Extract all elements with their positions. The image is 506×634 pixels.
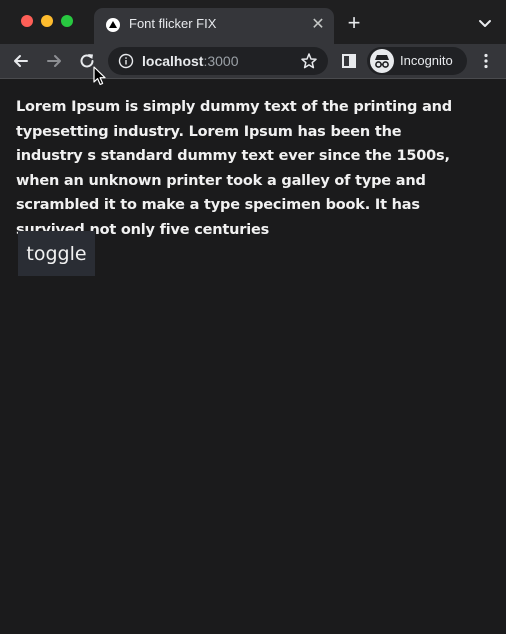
triangle-logo-icon: [106, 18, 120, 32]
toggle-button[interactable]: toggle: [18, 231, 95, 276]
profile-label: Incognito: [400, 53, 453, 68]
url-text[interactable]: localhost:3000: [142, 53, 239, 69]
close-icon[interactable]: ✕: [310, 17, 326, 33]
page-viewport: Lorem Ipsum is simply dummy text of the …: [0, 79, 506, 634]
chevron-down-icon[interactable]: [476, 14, 494, 32]
incognito-icon: [370, 49, 394, 73]
url-port: :3000: [203, 53, 239, 69]
tab-title: Font flicker FIX: [129, 16, 217, 31]
browser-toolbar: localhost:3000 Incognito: [0, 44, 506, 79]
info-icon[interactable]: [118, 53, 134, 69]
url-host: localhost: [142, 53, 204, 69]
tab-strip: Font flicker FIX ✕ +: [0, 0, 506, 44]
maximize-window-button[interactable]: [61, 15, 73, 27]
star-icon[interactable]: [300, 52, 318, 70]
browser-tab[interactable]: Font flicker FIX ✕: [94, 8, 334, 44]
new-tab-button[interactable]: +: [344, 12, 364, 34]
minimize-window-button[interactable]: [41, 15, 53, 27]
close-window-button[interactable]: [21, 15, 33, 27]
side-panel-icon[interactable]: [339, 51, 359, 71]
arrow-right-icon[interactable]: [44, 51, 64, 71]
arrow-left-icon[interactable]: [11, 51, 31, 71]
browser-window: Font flicker FIX ✕ + localhost:3000 Inco…: [0, 0, 506, 634]
kebab-menu-icon[interactable]: [476, 51, 496, 71]
address-bar[interactable]: localhost:3000: [108, 47, 328, 75]
lorem-paragraph: Lorem Ipsum is simply dummy text of the …: [16, 99, 452, 238]
mouse-cursor-icon: [93, 66, 107, 86]
profile-button[interactable]: Incognito: [367, 47, 467, 75]
